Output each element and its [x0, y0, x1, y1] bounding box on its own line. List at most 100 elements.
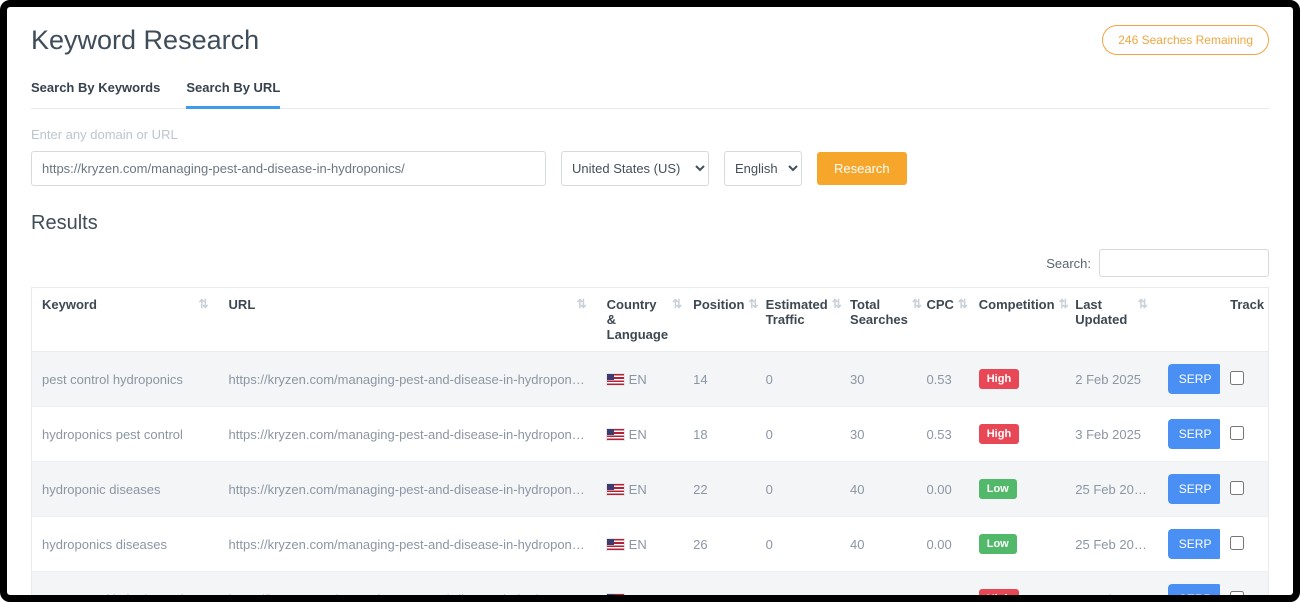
- serp-button[interactable]: SERP: [1168, 364, 1220, 394]
- competition-badge: Low: [979, 534, 1017, 554]
- column-header-label: Total Searches: [850, 297, 908, 327]
- column-header[interactable]: Last Updated⇅: [1065, 288, 1158, 352]
- column-header[interactable]: Position⇅: [683, 288, 755, 352]
- cell-keyword: pest control hydroponics: [32, 352, 219, 407]
- sort-icon[interactable]: ⇅: [958, 297, 968, 312]
- cell-competition: High: [969, 572, 1066, 602]
- cell-total-searches: 30: [840, 572, 916, 602]
- column-header[interactable]: Keyword ⇅: [32, 288, 219, 352]
- page-title: Keyword Research: [31, 25, 259, 56]
- language-code: EN: [629, 372, 647, 387]
- sort-icon[interactable]: ⇅: [198, 297, 208, 312]
- column-header[interactable]: CPC ⇅: [916, 288, 968, 352]
- cell-total-searches: 40: [840, 462, 916, 517]
- column-header[interactable]: Country & Language⇅: [597, 288, 683, 352]
- column-header-label: Estimated Traffic: [766, 297, 828, 327]
- competition-badge: High: [979, 424, 1019, 444]
- cell-last-updated: 25 Feb 2025: [1065, 462, 1158, 517]
- research-button[interactable]: Research: [817, 152, 907, 185]
- cell-country-language: EN: [597, 352, 683, 407]
- cell-estimated-traffic: 0: [756, 517, 840, 572]
- sort-icon[interactable]: ⇅: [1138, 297, 1148, 327]
- column-header[interactable]: URL ⇅: [219, 288, 597, 352]
- cell-serp: SERP: [1158, 352, 1220, 407]
- table-header-row: Keyword⇅URL⇅Country & Language⇅Position⇅…: [32, 288, 1269, 352]
- cell-track: [1220, 517, 1268, 572]
- tab-search-by-url[interactable]: Search By URL: [186, 80, 280, 109]
- country-select[interactable]: United States (US): [561, 151, 709, 186]
- cell-cpc: 0.53: [916, 352, 968, 407]
- cell-competition: Low: [969, 517, 1066, 572]
- search-form-row: United States (US) English Research: [31, 151, 1269, 186]
- cell-estimated-traffic: 0: [756, 407, 840, 462]
- column-header: [1158, 288, 1220, 352]
- sort-icon[interactable]: ⇅: [1059, 297, 1069, 312]
- cell-url: https://kryzen.com/managing-pest-and-dis…: [219, 572, 597, 602]
- column-header-label: CPC: [926, 297, 953, 312]
- column-header-label: URL: [229, 297, 256, 312]
- table-search-input[interactable]: [1099, 249, 1269, 277]
- track-checkbox[interactable]: [1230, 371, 1244, 385]
- column-header[interactable]: Estimated Traffic⇅: [756, 288, 840, 352]
- cell-position: 26: [683, 517, 755, 572]
- serp-button[interactable]: SERP: [1168, 584, 1220, 602]
- serp-button[interactable]: SERP: [1168, 529, 1220, 559]
- cell-competition: High: [969, 352, 1066, 407]
- track-checkbox[interactable]: [1230, 481, 1244, 495]
- cell-last-updated: 2 Feb 2025: [1065, 352, 1158, 407]
- sort-icon[interactable]: ⇅: [912, 297, 922, 327]
- competition-badge: High: [979, 589, 1019, 602]
- language-select[interactable]: English: [724, 151, 802, 186]
- cell-country-language: EN: [597, 517, 683, 572]
- us-flag-icon: [607, 429, 624, 440]
- track-checkbox[interactable]: [1230, 591, 1244, 602]
- sort-icon[interactable]: ⇅: [832, 297, 842, 327]
- column-header-label: Track: [1230, 297, 1264, 312]
- cell-serp: SERP: [1158, 407, 1220, 462]
- tab-search-by-keywords[interactable]: Search By Keywords: [31, 80, 160, 109]
- serp-button[interactable]: SERP: [1168, 419, 1220, 449]
- sort-icon[interactable]: ⇅: [672, 297, 682, 342]
- searches-remaining-badge[interactable]: 246 Searches Remaining: [1102, 25, 1269, 55]
- cell-keyword: hydroponics pest control: [32, 407, 219, 462]
- cell-serp: SERP: [1158, 517, 1220, 572]
- cell-url: https://kryzen.com/managing-pest-and-dis…: [219, 462, 597, 517]
- column-header-label: Last Updated: [1075, 297, 1133, 327]
- cell-cpc: 0.53: [916, 572, 968, 602]
- results-table: Keyword⇅URL⇅Country & Language⇅Position⇅…: [31, 287, 1269, 602]
- us-flag-icon: [607, 594, 624, 602]
- sort-icon[interactable]: ⇅: [577, 297, 587, 312]
- cell-last-updated: 3 Feb 2025: [1065, 407, 1158, 462]
- column-header[interactable]: Competition ⇅: [969, 288, 1066, 352]
- us-flag-icon: [607, 374, 624, 385]
- cell-competition: Low: [969, 462, 1066, 517]
- language-code: EN: [629, 592, 647, 602]
- results-heading: Results: [31, 212, 1269, 235]
- column-header-label: Country & Language: [607, 297, 668, 342]
- cell-track: [1220, 462, 1268, 517]
- cell-cpc: 0.00: [916, 517, 968, 572]
- competition-badge: High: [979, 369, 1019, 389]
- us-flag-icon: [607, 484, 624, 495]
- sort-icon[interactable]: ⇅: [748, 297, 758, 312]
- column-header-label: Competition: [979, 297, 1055, 312]
- table-row: pest control in hydroponics https://kryz…: [32, 572, 1269, 602]
- track-checkbox[interactable]: [1230, 426, 1244, 440]
- column-header-label: Keyword: [42, 297, 97, 312]
- serp-button[interactable]: SERP: [1168, 474, 1220, 504]
- cell-keyword: hydroponic diseases: [32, 462, 219, 517]
- cell-serp: SERP: [1158, 462, 1220, 517]
- cell-position: 14: [683, 352, 755, 407]
- language-code: EN: [629, 482, 647, 497]
- cell-track: [1220, 352, 1268, 407]
- table-search-row: Search:: [31, 249, 1269, 277]
- track-checkbox[interactable]: [1230, 536, 1244, 550]
- cell-country-language: EN: [597, 407, 683, 462]
- cell-keyword: pest control in hydroponics: [32, 572, 219, 602]
- column-header[interactable]: Total Searches⇅: [840, 288, 916, 352]
- url-input[interactable]: [31, 151, 546, 186]
- keyword-research-page: Keyword Research 246 Searches Remaining …: [7, 7, 1293, 595]
- table-row: hydroponics diseases https://kryzen.com/…: [32, 517, 1269, 572]
- cell-cpc: 0.00: [916, 462, 968, 517]
- cell-estimated-traffic: 0: [756, 462, 840, 517]
